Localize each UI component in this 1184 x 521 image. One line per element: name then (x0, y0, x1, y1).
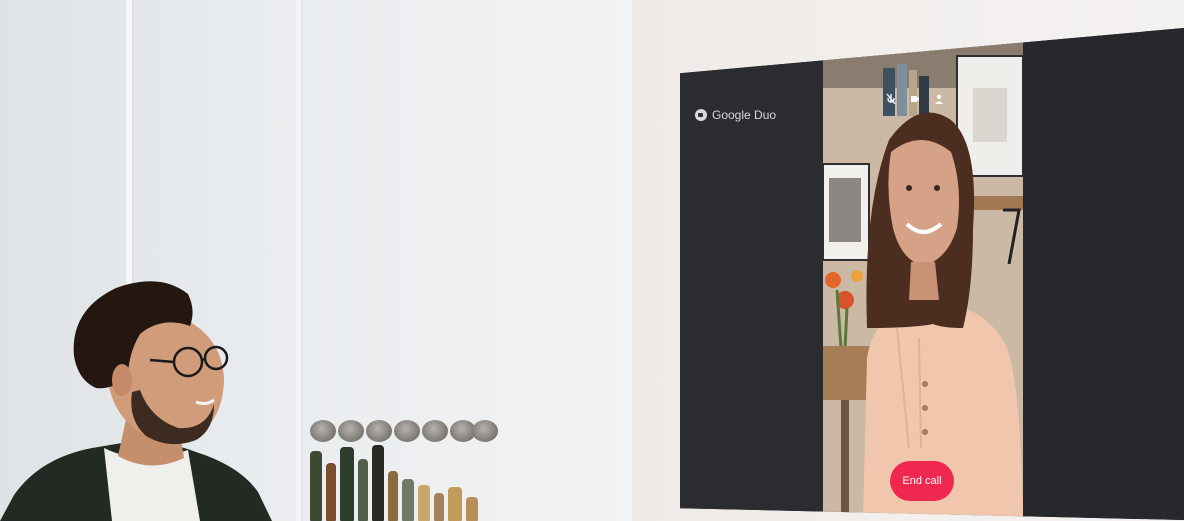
bottle (358, 459, 368, 521)
spice-jar (338, 420, 364, 442)
spice-jars (306, 418, 498, 446)
remote-video-feed: End call (823, 28, 1023, 520)
duo-logo-icon (695, 109, 707, 121)
call-controls (886, 93, 944, 105)
tv-right-panel (1023, 28, 1184, 520)
bottle (402, 479, 414, 521)
end-call-button[interactable]: End call (890, 461, 954, 501)
bottle (340, 447, 354, 521)
bottle (372, 445, 384, 521)
bottles (306, 444, 496, 521)
room-scene: Google Duo End call (0, 0, 1184, 521)
bottle (466, 497, 478, 521)
bottle (326, 463, 336, 521)
man-watching-tv (0, 281, 272, 521)
kitchen-shelf (306, 418, 498, 521)
microphone-off-icon[interactable] (886, 93, 896, 105)
spice-jar (310, 420, 336, 442)
spice-jar (472, 420, 498, 442)
person-icon[interactable] (934, 93, 944, 105)
spice-jar (366, 420, 392, 442)
spice-jar (422, 420, 448, 442)
bottle (418, 485, 430, 521)
spice-jar (394, 420, 420, 442)
tv-left-panel: Google Duo (680, 28, 823, 520)
bottle (310, 451, 322, 521)
google-duo-logo: Google Duo (695, 108, 776, 122)
video-camera-icon[interactable] (910, 93, 920, 105)
app-name: Google Duo (712, 108, 777, 122)
tv-screen: Google Duo End call (680, 28, 1184, 520)
bottle (448, 487, 462, 521)
bottle (388, 471, 398, 521)
bottle (434, 493, 444, 521)
